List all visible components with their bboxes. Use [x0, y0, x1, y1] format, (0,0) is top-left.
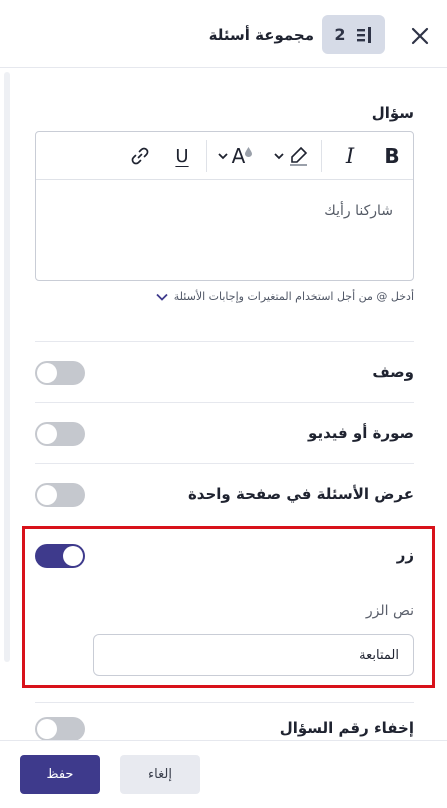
- question-label: سؤال: [371, 104, 414, 122]
- close-button[interactable]: [404, 20, 436, 52]
- highlight-color-dropdown[interactable]: [272, 144, 312, 168]
- bold-button[interactable]: B: [380, 144, 404, 168]
- editor-toolbar: B I A U: [36, 132, 413, 180]
- link-button[interactable]: [128, 144, 152, 168]
- divider: [35, 402, 414, 403]
- font-color-icon: A: [231, 144, 246, 168]
- question-text[interactable]: شاركنا رأيك: [324, 203, 393, 219]
- media-toggle[interactable]: [35, 422, 85, 446]
- highlighter-icon: [289, 146, 307, 166]
- italic-button[interactable]: I: [338, 144, 362, 168]
- toolbar-divider: [321, 140, 322, 172]
- link-icon: [131, 147, 149, 165]
- divider: [35, 702, 414, 703]
- bold-icon: B: [384, 144, 400, 168]
- toggle-knob: [63, 546, 83, 566]
- color-drop-icon: [245, 147, 253, 157]
- divider: [35, 341, 414, 342]
- panel-header: مجموعة أسئلة 2: [0, 0, 447, 68]
- font-color-dropdown[interactable]: A: [212, 144, 258, 168]
- toggle-knob: [37, 485, 57, 505]
- panel-title: مجموعة أسئلة: [208, 26, 314, 44]
- question-count: 2: [334, 25, 346, 44]
- chevron-down-icon: [156, 293, 168, 301]
- toolbar-divider: [206, 140, 207, 172]
- description-label: وصف: [372, 363, 414, 381]
- panel-footer: حفظ إلغاء: [0, 740, 447, 808]
- button-label: زر: [396, 546, 414, 564]
- button-text-input[interactable]: [93, 634, 414, 676]
- question-count-badge: 2: [322, 15, 385, 54]
- scrollbar[interactable]: [4, 72, 10, 662]
- save-button[interactable]: حفظ: [20, 755, 100, 794]
- description-toggle[interactable]: [35, 361, 85, 385]
- hide-number-toggle[interactable]: [35, 717, 85, 741]
- underline-button[interactable]: U: [170, 144, 194, 168]
- divider: [35, 463, 414, 464]
- chevron-down-icon: [218, 153, 228, 160]
- hint-text: أدخل @ من أجل استخدام المتغيرات وإجابات …: [173, 290, 414, 303]
- cancel-button[interactable]: إلغاء: [120, 755, 200, 794]
- single-page-toggle[interactable]: [35, 483, 85, 507]
- list-icon: [356, 26, 371, 43]
- toggle-knob: [37, 719, 57, 739]
- underline-icon: U: [175, 145, 189, 167]
- button-toggle[interactable]: [35, 544, 85, 568]
- toggle-knob: [37, 363, 57, 383]
- single-page-label: عرض الأسئلة في صفحة واحدة: [187, 485, 414, 503]
- toggle-knob: [37, 424, 57, 444]
- button-text-label: نص الزر: [365, 603, 414, 619]
- media-label: صورة أو فيديو: [308, 424, 414, 442]
- variables-hint[interactable]: أدخل @ من أجل استخدام المتغيرات وإجابات …: [156, 290, 414, 303]
- chevron-down-icon: [273, 153, 284, 160]
- italic-icon: I: [345, 144, 355, 168]
- close-icon: [411, 27, 429, 45]
- hide-number-label: إخفاء رقم السؤال: [279, 719, 414, 737]
- question-editor[interactable]: B I A U شاركنا رأيك: [35, 131, 414, 281]
